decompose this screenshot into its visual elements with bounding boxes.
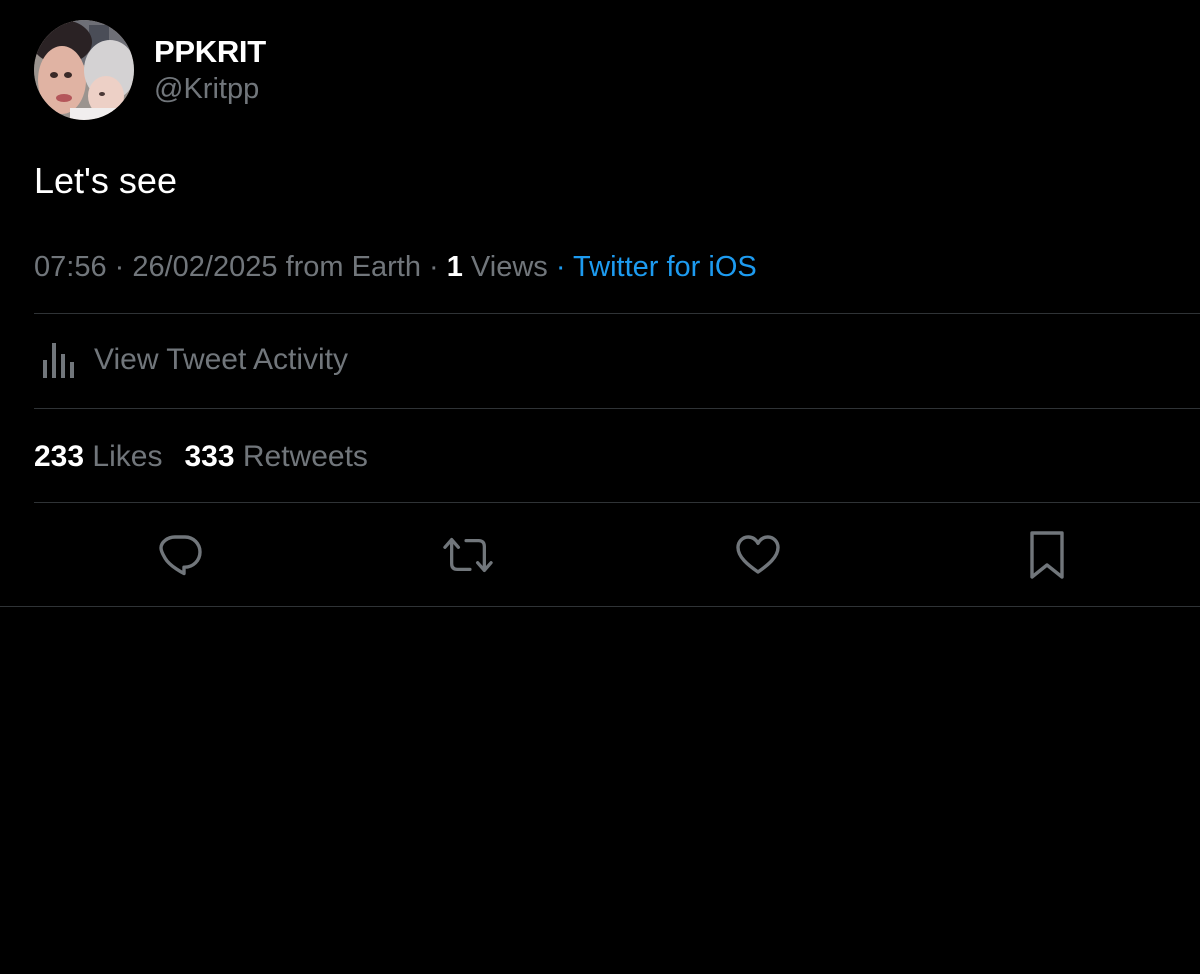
user-handle[interactable]: @Kritpp bbox=[154, 71, 266, 107]
divider bbox=[0, 606, 1200, 607]
views-label: Views bbox=[462, 251, 548, 283]
tweet-detail: PPKRIT @Kritpp Let's see 07:56 · 26/02/2… bbox=[0, 0, 1200, 974]
divider bbox=[34, 502, 1200, 503]
tweet-header: PPKRIT @Kritpp bbox=[34, 20, 266, 120]
likes-stat[interactable]: 233 Likes bbox=[34, 437, 162, 477]
avatar[interactable] bbox=[34, 20, 134, 120]
meta-separator: · bbox=[547, 251, 574, 283]
view-tweet-activity-label: View Tweet Activity bbox=[94, 343, 349, 376]
avatar-photo bbox=[34, 20, 134, 120]
divider bbox=[34, 313, 1200, 314]
action-bar bbox=[0, 530, 1200, 586]
analytics-icon bbox=[43, 343, 74, 378]
tweet-text: Let's see bbox=[34, 160, 177, 201]
retweets-count: 333 bbox=[184, 440, 235, 473]
meta-separator: · bbox=[420, 251, 447, 283]
tweet-time[interactable]: 07:56 bbox=[34, 251, 107, 283]
retweet-button[interactable] bbox=[443, 530, 493, 580]
bookmark-button[interactable] bbox=[1022, 530, 1072, 580]
display-name[interactable]: PPKRIT bbox=[154, 34, 266, 70]
view-tweet-activity-button[interactable]: View Tweet Activity bbox=[40, 340, 348, 380]
author-names: PPKRIT @Kritpp bbox=[154, 34, 266, 107]
retweets-label: Retweets bbox=[242, 440, 368, 473]
tweet-location: from Earth bbox=[277, 251, 421, 283]
divider bbox=[34, 408, 1200, 409]
retweet-icon bbox=[443, 537, 493, 573]
reply-button[interactable] bbox=[155, 530, 205, 580]
tweet-meta: 07:56 · 26/02/2025 from Earth · 1 Views … bbox=[34, 249, 757, 285]
reply-icon bbox=[159, 535, 202, 576]
meta-separator: · bbox=[106, 251, 133, 283]
like-button[interactable] bbox=[733, 530, 783, 580]
tweet-stats: 233 Likes 333 Retweets bbox=[34, 437, 390, 477]
views-count: 1 bbox=[446, 251, 463, 283]
likes-count: 233 bbox=[34, 440, 85, 473]
heart-icon bbox=[736, 535, 780, 574]
retweets-stat[interactable]: 333 Retweets bbox=[184, 437, 367, 477]
tweet-date[interactable]: 26/02/2025 bbox=[132, 251, 277, 283]
bookmark-icon bbox=[1030, 531, 1064, 579]
source-link[interactable]: Twitter for iOS bbox=[573, 251, 757, 283]
likes-label: Likes bbox=[92, 440, 163, 473]
